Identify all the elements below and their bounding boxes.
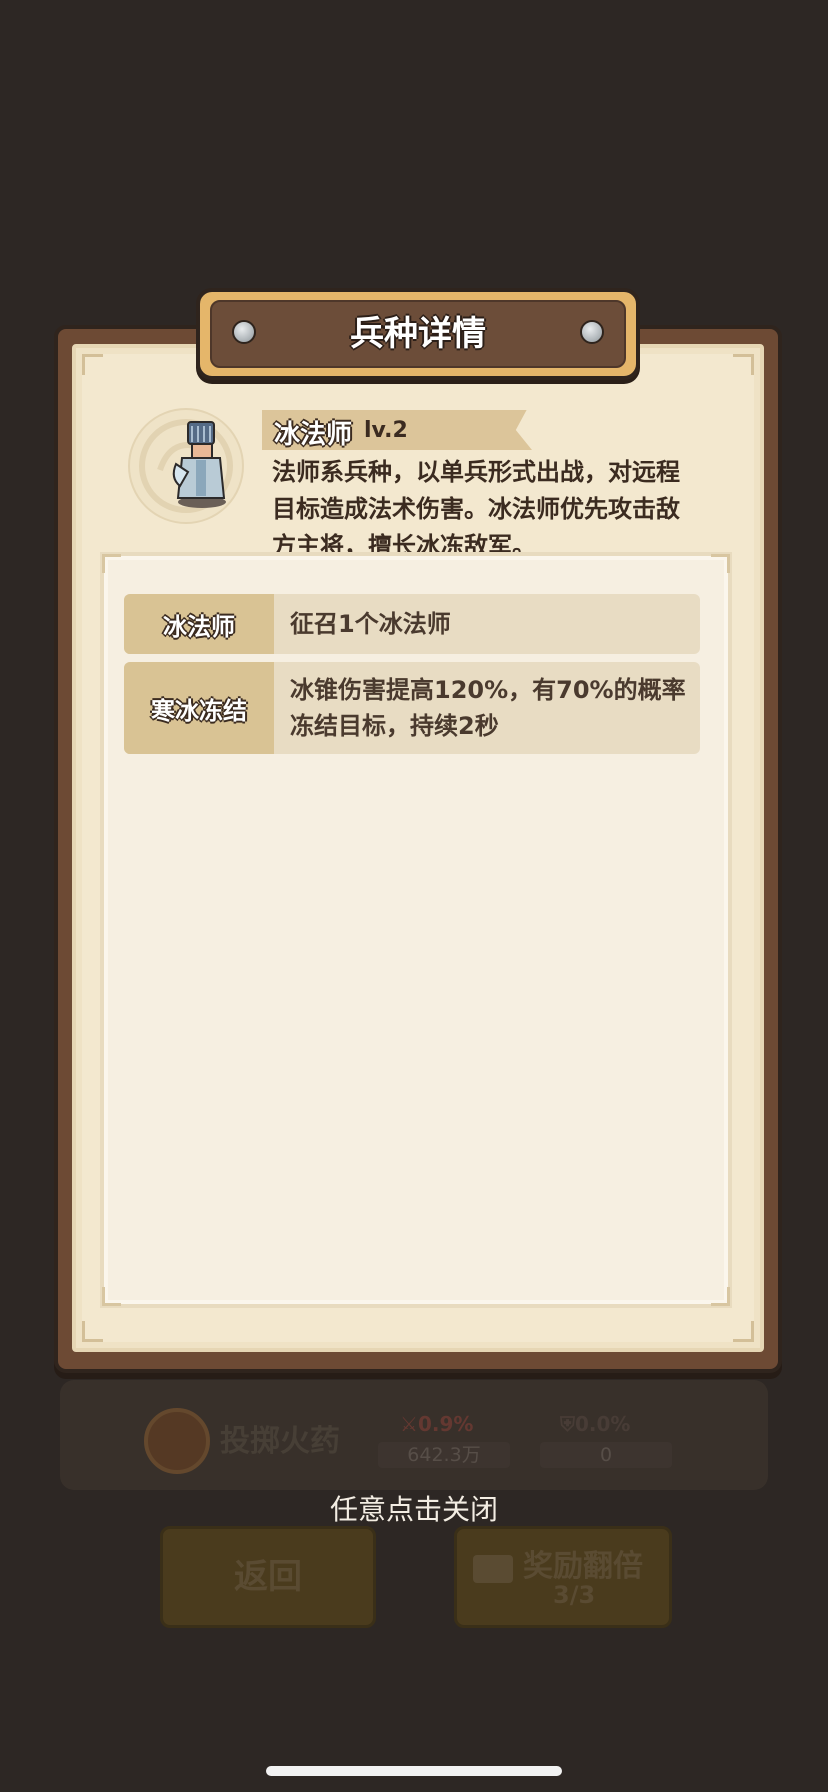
attack-value: 642.3万 bbox=[378, 1442, 510, 1468]
ice-mage-icon bbox=[172, 421, 226, 508]
paper-corner bbox=[82, 354, 103, 375]
paper-corner bbox=[733, 1321, 754, 1342]
panel-corner bbox=[711, 554, 730, 573]
panel-corner bbox=[711, 1287, 730, 1306]
attack-stat: ⚔0.9% bbox=[400, 1412, 474, 1436]
home-indicator[interactable] bbox=[266, 1766, 562, 1776]
dialog-title: 兵种详情 bbox=[350, 314, 486, 354]
unit-description: 法师系兵种，以单兵形式出战，对远程目标造成法术伤害。冰法师优先攻击敌方主将，擅长… bbox=[272, 458, 680, 552]
unit-level: lv.2 bbox=[364, 418, 408, 443]
panel-corner bbox=[102, 1287, 121, 1306]
paper-corner bbox=[733, 354, 754, 375]
double-reward-count: 3/3 bbox=[553, 1581, 596, 1609]
defense-stat: ⛨0.0% bbox=[560, 1412, 631, 1436]
gunpowder-icon bbox=[144, 1408, 210, 1474]
skill-row: 寒冰冻结 冰锥伤害提高120%，有70%的概率冻结目标，持续2秒 bbox=[124, 662, 700, 754]
skill-row: 冰法师 征召1个冰法师 bbox=[124, 594, 700, 654]
defense-value: 0 bbox=[540, 1442, 672, 1468]
paper-corner bbox=[82, 1321, 103, 1342]
title-plate: 兵种详情 bbox=[196, 288, 640, 380]
double-reward-label: 奖励翻倍 bbox=[523, 1549, 643, 1584]
skill-name: 寒冰冻结 bbox=[124, 662, 274, 754]
background-weapon-row: 投掷火药 ⚔0.9% 642.3万 ⛨0.0% 0 bbox=[60, 1380, 768, 1490]
back-button[interactable]: 返回 bbox=[160, 1526, 376, 1628]
sword-icon: ⚔ bbox=[400, 1412, 418, 1436]
shield-icon: ⛨ bbox=[560, 1412, 575, 1436]
skill-description: 冰锥伤害提高120%，有70%的概率冻结目标，持续2秒 bbox=[290, 676, 686, 740]
unit-name: 冰法师 bbox=[274, 420, 353, 450]
video-icon bbox=[473, 1555, 513, 1583]
close-hint[interactable]: 任意点击关闭 bbox=[0, 1488, 828, 1528]
background-row-name: 投掷火药 bbox=[220, 1424, 340, 1459]
skill-name: 冰法师 bbox=[124, 594, 274, 654]
double-reward-button[interactable]: 奖励翻倍 3/3 bbox=[454, 1526, 672, 1628]
panel-corner bbox=[102, 554, 121, 573]
skill-description: 征召1个冰法师 bbox=[290, 610, 451, 638]
